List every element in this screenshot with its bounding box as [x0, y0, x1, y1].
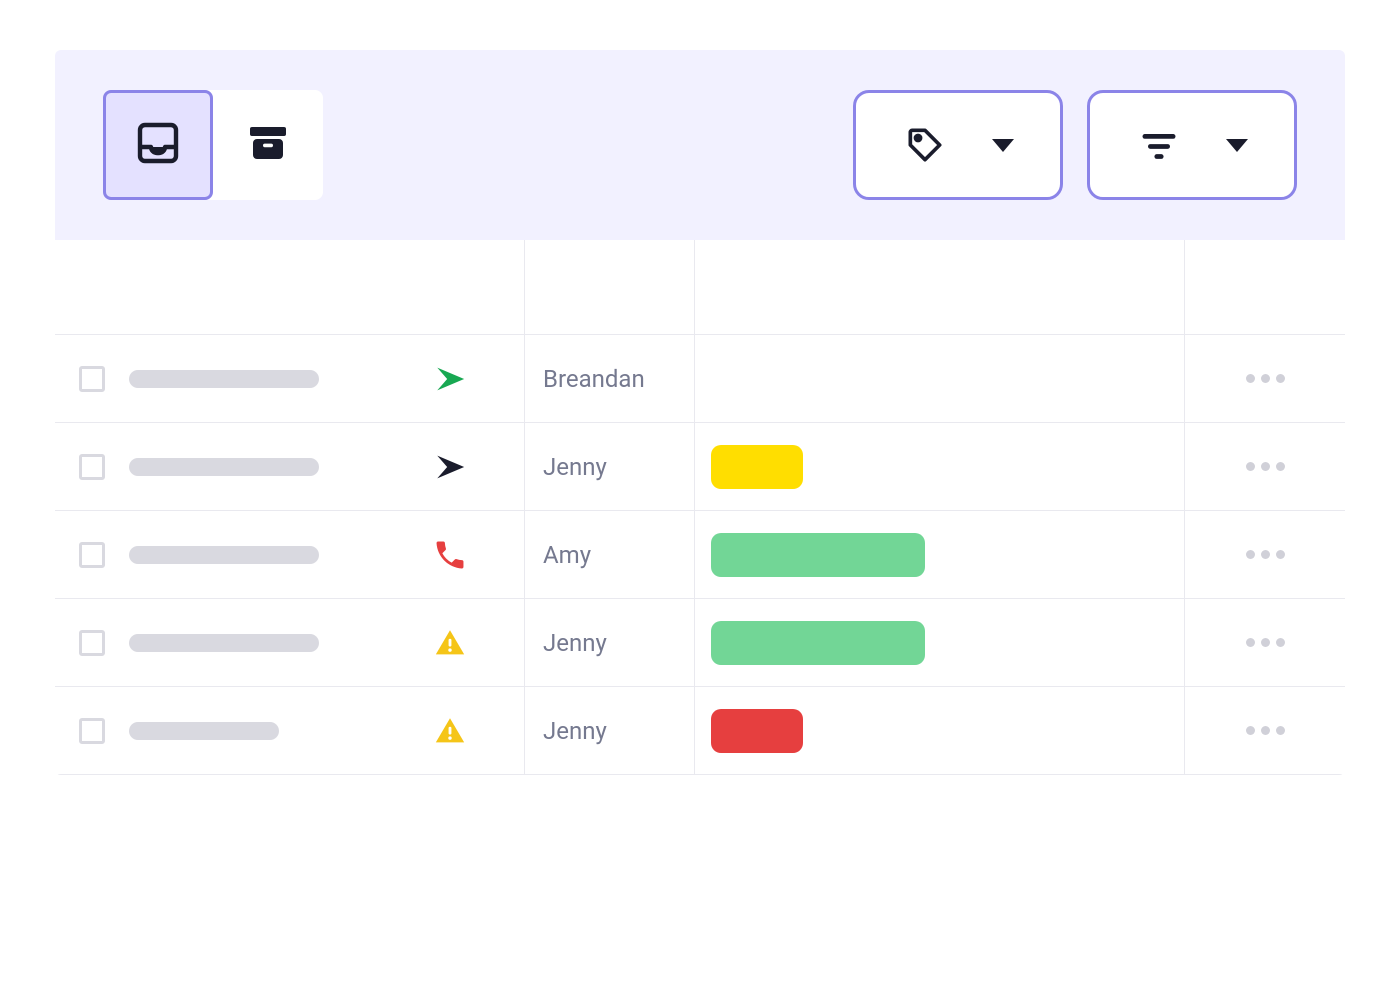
- name-placeholder: [129, 370, 319, 388]
- cell-type: [375, 335, 525, 422]
- cell-name: [55, 335, 375, 422]
- cell-status: [695, 599, 1185, 686]
- cell-status: [695, 335, 1185, 422]
- row-more-button[interactable]: [1246, 462, 1285, 471]
- view-toggle: [103, 90, 323, 200]
- toolbar: [55, 50, 1345, 240]
- archive-icon: [244, 119, 292, 171]
- table-row[interactable]: Jenny: [55, 687, 1345, 775]
- name-placeholder: [129, 458, 319, 476]
- cell-type: [375, 687, 525, 774]
- cell-name: [55, 687, 375, 774]
- row-checkbox[interactable]: [79, 366, 105, 392]
- person-name: Jenny: [543, 453, 607, 481]
- row-checkbox[interactable]: [79, 454, 105, 480]
- row-checkbox[interactable]: [79, 630, 105, 656]
- chevron-down-icon: [1226, 139, 1248, 152]
- status-pill: [711, 709, 803, 753]
- cell-actions: [1185, 599, 1345, 686]
- chevron-down-icon: [992, 139, 1014, 152]
- cell-actions: [1185, 423, 1345, 510]
- person-name: Jenny: [543, 629, 607, 657]
- cell-name: [55, 599, 375, 686]
- cell-status: [695, 687, 1185, 774]
- row-more-button[interactable]: [1246, 726, 1285, 735]
- row-checkbox[interactable]: [79, 542, 105, 568]
- alert-icon: [433, 626, 467, 660]
- table-row[interactable]: Jenny: [55, 423, 1345, 511]
- row-more-button[interactable]: [1246, 550, 1285, 559]
- cell-person: Jenny: [525, 599, 695, 686]
- cell-name: [55, 511, 375, 598]
- send-icon: [433, 450, 467, 484]
- cell-person: Jenny: [525, 687, 695, 774]
- row-more-button[interactable]: [1246, 638, 1285, 647]
- cell-status: [695, 423, 1185, 510]
- table-row[interactable]: Breandan: [55, 335, 1345, 423]
- view-archive-button[interactable]: [213, 90, 323, 200]
- cell-actions: [1185, 335, 1345, 422]
- cell-type: [375, 511, 525, 598]
- table-row[interactable]: Jenny: [55, 599, 1345, 687]
- tag-dropdown[interactable]: [853, 90, 1063, 200]
- panel: Breandan Jenny: [55, 50, 1345, 775]
- phone-icon: [433, 538, 467, 572]
- cell-type: [375, 423, 525, 510]
- table-body: Breandan Jenny: [55, 335, 1345, 775]
- name-placeholder: [129, 634, 319, 652]
- filter-dropdown[interactable]: [1087, 90, 1297, 200]
- cell-type: [375, 599, 525, 686]
- alert-icon: [433, 714, 467, 748]
- table-row[interactable]: Amy: [55, 511, 1345, 599]
- cell-person: Amy: [525, 511, 695, 598]
- toolbar-left: [103, 90, 323, 200]
- cell-name: [55, 423, 375, 510]
- name-placeholder: [129, 722, 279, 740]
- name-placeholder: [129, 546, 319, 564]
- cell-status: [695, 511, 1185, 598]
- person-name: Amy: [543, 541, 591, 569]
- row-checkbox[interactable]: [79, 718, 105, 744]
- status-pill: [711, 621, 925, 665]
- inbox-icon: [134, 119, 182, 171]
- status-pill: [711, 533, 925, 577]
- cell-person: Breandan: [525, 335, 695, 422]
- person-name: Jenny: [543, 717, 607, 745]
- filter-icon: [1137, 123, 1181, 167]
- cell-person: Jenny: [525, 423, 695, 510]
- cell-actions: [1185, 687, 1345, 774]
- person-name: Breandan: [543, 365, 645, 393]
- row-more-button[interactable]: [1246, 374, 1285, 383]
- tag-icon: [903, 123, 947, 167]
- status-pill: [711, 445, 803, 489]
- view-inbox-button[interactable]: [103, 90, 213, 200]
- send-icon: [433, 362, 467, 396]
- cell-actions: [1185, 511, 1345, 598]
- table-header: [55, 240, 1345, 335]
- toolbar-right: [853, 90, 1297, 200]
